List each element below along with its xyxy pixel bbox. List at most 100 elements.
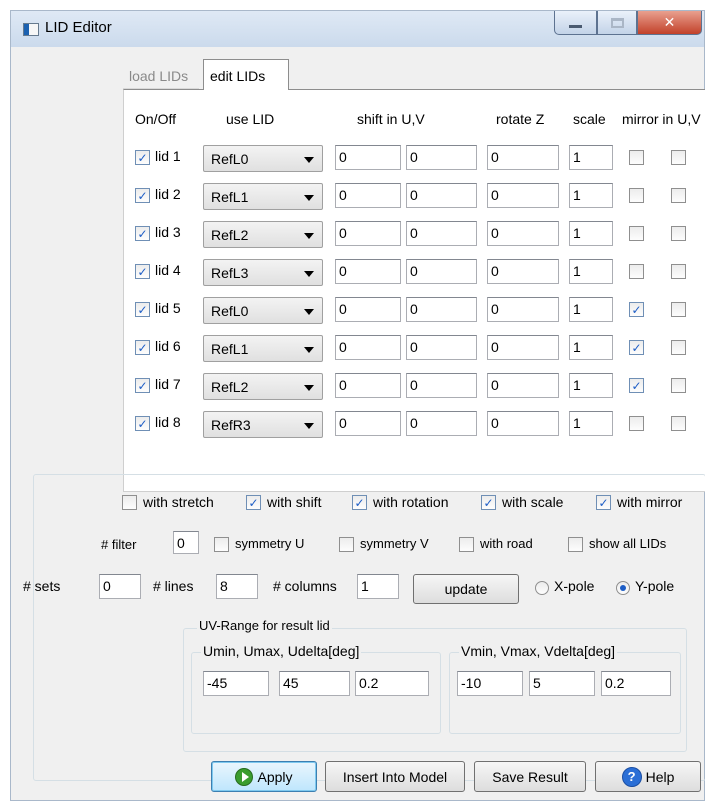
lid-on-checkbox[interactable]: ✓ (135, 378, 150, 393)
with-shift-checkbox[interactable]: ✓ (246, 495, 261, 510)
shift-u-input[interactable]: 0 (335, 297, 401, 322)
lid-label: lid 5 (155, 300, 181, 316)
vmax-input[interactable]: 5 (529, 671, 595, 696)
columns-input[interactable]: 1 (357, 574, 399, 599)
shift-v-input[interactable]: 0 (406, 145, 477, 170)
lid-on-checkbox[interactable]: ✓ (135, 264, 150, 279)
shift-u-input[interactable]: 0 (335, 221, 401, 246)
mirror-u-checkbox[interactable] (629, 416, 644, 431)
minimize-button[interactable] (554, 11, 597, 35)
use-lid-select[interactable]: RefL3 (203, 259, 323, 286)
with-stretch-checkbox[interactable] (122, 495, 137, 510)
rotate-z-input[interactable]: 0 (487, 183, 559, 208)
with-road-checkbox[interactable] (459, 537, 474, 552)
shift-v-input[interactable]: 0 (406, 335, 477, 360)
mirror-v-checkbox[interactable] (671, 150, 686, 165)
shift-u-input[interactable]: 0 (335, 259, 401, 284)
use-lid-select[interactable]: RefL1 (203, 183, 323, 210)
use-lid-select[interactable]: RefL2 (203, 373, 323, 400)
use-lid-select[interactable]: RefL2 (203, 221, 323, 248)
vmin-input[interactable]: -10 (457, 671, 523, 696)
mirror-u-checkbox[interactable]: ✓ (629, 340, 644, 355)
umax-input[interactable]: 45 (279, 671, 350, 696)
vdelta-input[interactable]: 0.2 (601, 671, 671, 696)
rotate-z-input[interactable]: 0 (487, 411, 559, 436)
scale-input[interactable]: 1 (569, 145, 613, 170)
shift-v-input[interactable]: 0 (406, 297, 477, 322)
update-button[interactable]: update (413, 574, 519, 604)
maximize-button[interactable] (597, 11, 637, 35)
filter-input[interactable]: 0 (173, 531, 199, 554)
mirror-v-checkbox[interactable] (671, 340, 686, 355)
symmetry-u-checkbox[interactable] (214, 537, 229, 552)
scale-input[interactable]: 1 (569, 221, 613, 246)
save-result-button[interactable]: Save Result (474, 761, 586, 792)
close-button[interactable]: ✕ (637, 11, 702, 35)
mirror-u-checkbox[interactable]: ✓ (629, 378, 644, 393)
use-lid-select[interactable]: RefL0 (203, 145, 323, 172)
udelta-input[interactable]: 0.2 (355, 671, 429, 696)
mirror-u-checkbox[interactable] (629, 264, 644, 279)
lid-on-checkbox[interactable]: ✓ (135, 188, 150, 203)
apply-button[interactable]: Apply (211, 761, 317, 792)
shift-u-input[interactable]: 0 (335, 373, 401, 398)
y-pole-radio[interactable] (616, 581, 630, 595)
rotate-z-input[interactable]: 0 (487, 145, 559, 170)
lid-on-checkbox[interactable]: ✓ (135, 226, 150, 241)
insert-button-label: Insert Into Model (342, 768, 448, 785)
use-lid-select[interactable]: RefL0 (203, 297, 323, 324)
mirror-v-checkbox[interactable] (671, 378, 686, 393)
tab-load-lids[interactable]: load LIDs (123, 63, 199, 89)
lid-on-checkbox[interactable]: ✓ (135, 416, 150, 431)
lines-label: # lines (153, 578, 194, 594)
rotate-z-input[interactable]: 0 (487, 221, 559, 246)
scale-input[interactable]: 1 (569, 259, 613, 284)
shift-v-input[interactable]: 0 (406, 259, 477, 284)
insert-into-model-button[interactable]: Insert Into Model (325, 761, 465, 792)
lid-on-checkbox[interactable]: ✓ (135, 302, 150, 317)
shift-u-input[interactable]: 0 (335, 145, 401, 170)
help-button[interactable]: ? Help (595, 761, 701, 792)
mirror-v-checkbox[interactable] (671, 416, 686, 431)
mirror-u-checkbox[interactable] (629, 150, 644, 165)
with-mirror-checkbox[interactable]: ✓ (596, 495, 611, 510)
scale-input[interactable]: 1 (569, 183, 613, 208)
with-rotation-checkbox[interactable]: ✓ (352, 495, 367, 510)
shift-u-input[interactable]: 0 (335, 411, 401, 436)
sets-input[interactable]: 0 (99, 574, 141, 599)
mirror-v-checkbox[interactable] (671, 264, 686, 279)
use-lid-select[interactable]: RefR3 (203, 411, 323, 438)
mirror-u-checkbox[interactable] (629, 226, 644, 241)
x-pole-radio[interactable] (535, 581, 549, 595)
scale-input[interactable]: 1 (569, 297, 613, 322)
shift-u-input[interactable]: 0 (335, 335, 401, 360)
with-scale-checkbox[interactable]: ✓ (481, 495, 496, 510)
shift-v-input[interactable]: 0 (406, 221, 477, 246)
rotate-z-input[interactable]: 0 (487, 259, 559, 284)
mirror-v-checkbox[interactable] (671, 302, 686, 317)
rotate-z-input[interactable]: 0 (487, 297, 559, 322)
use-lid-value: RefL3 (211, 265, 249, 281)
mirror-u-checkbox[interactable]: ✓ (629, 302, 644, 317)
rotate-z-input[interactable]: 0 (487, 335, 559, 360)
use-lid-select[interactable]: RefL1 (203, 335, 323, 362)
scale-input[interactable]: 1 (569, 335, 613, 360)
rotate-z-input[interactable]: 0 (487, 373, 559, 398)
shift-v-input[interactable]: 0 (406, 411, 477, 436)
shift-u-input[interactable]: 0 (335, 183, 401, 208)
scale-input[interactable]: 1 (569, 411, 613, 436)
shift-v-input[interactable]: 0 (406, 183, 477, 208)
mirror-v-checkbox[interactable] (671, 226, 686, 241)
scale-input[interactable]: 1 (569, 373, 613, 398)
show-all-lids-checkbox[interactable] (568, 537, 583, 552)
umin-input[interactable]: -45 (203, 671, 269, 696)
title-bar[interactable]: LID Editor ✕ (11, 11, 704, 47)
symmetry-v-checkbox[interactable] (339, 537, 354, 552)
lid-on-checkbox[interactable]: ✓ (135, 340, 150, 355)
lid-on-checkbox[interactable]: ✓ (135, 150, 150, 165)
mirror-u-checkbox[interactable] (629, 188, 644, 203)
lines-input[interactable]: 8 (216, 574, 258, 599)
mirror-v-checkbox[interactable] (671, 188, 686, 203)
tab-edit-lids[interactable]: edit LIDs (203, 59, 289, 90)
shift-v-input[interactable]: 0 (406, 373, 477, 398)
